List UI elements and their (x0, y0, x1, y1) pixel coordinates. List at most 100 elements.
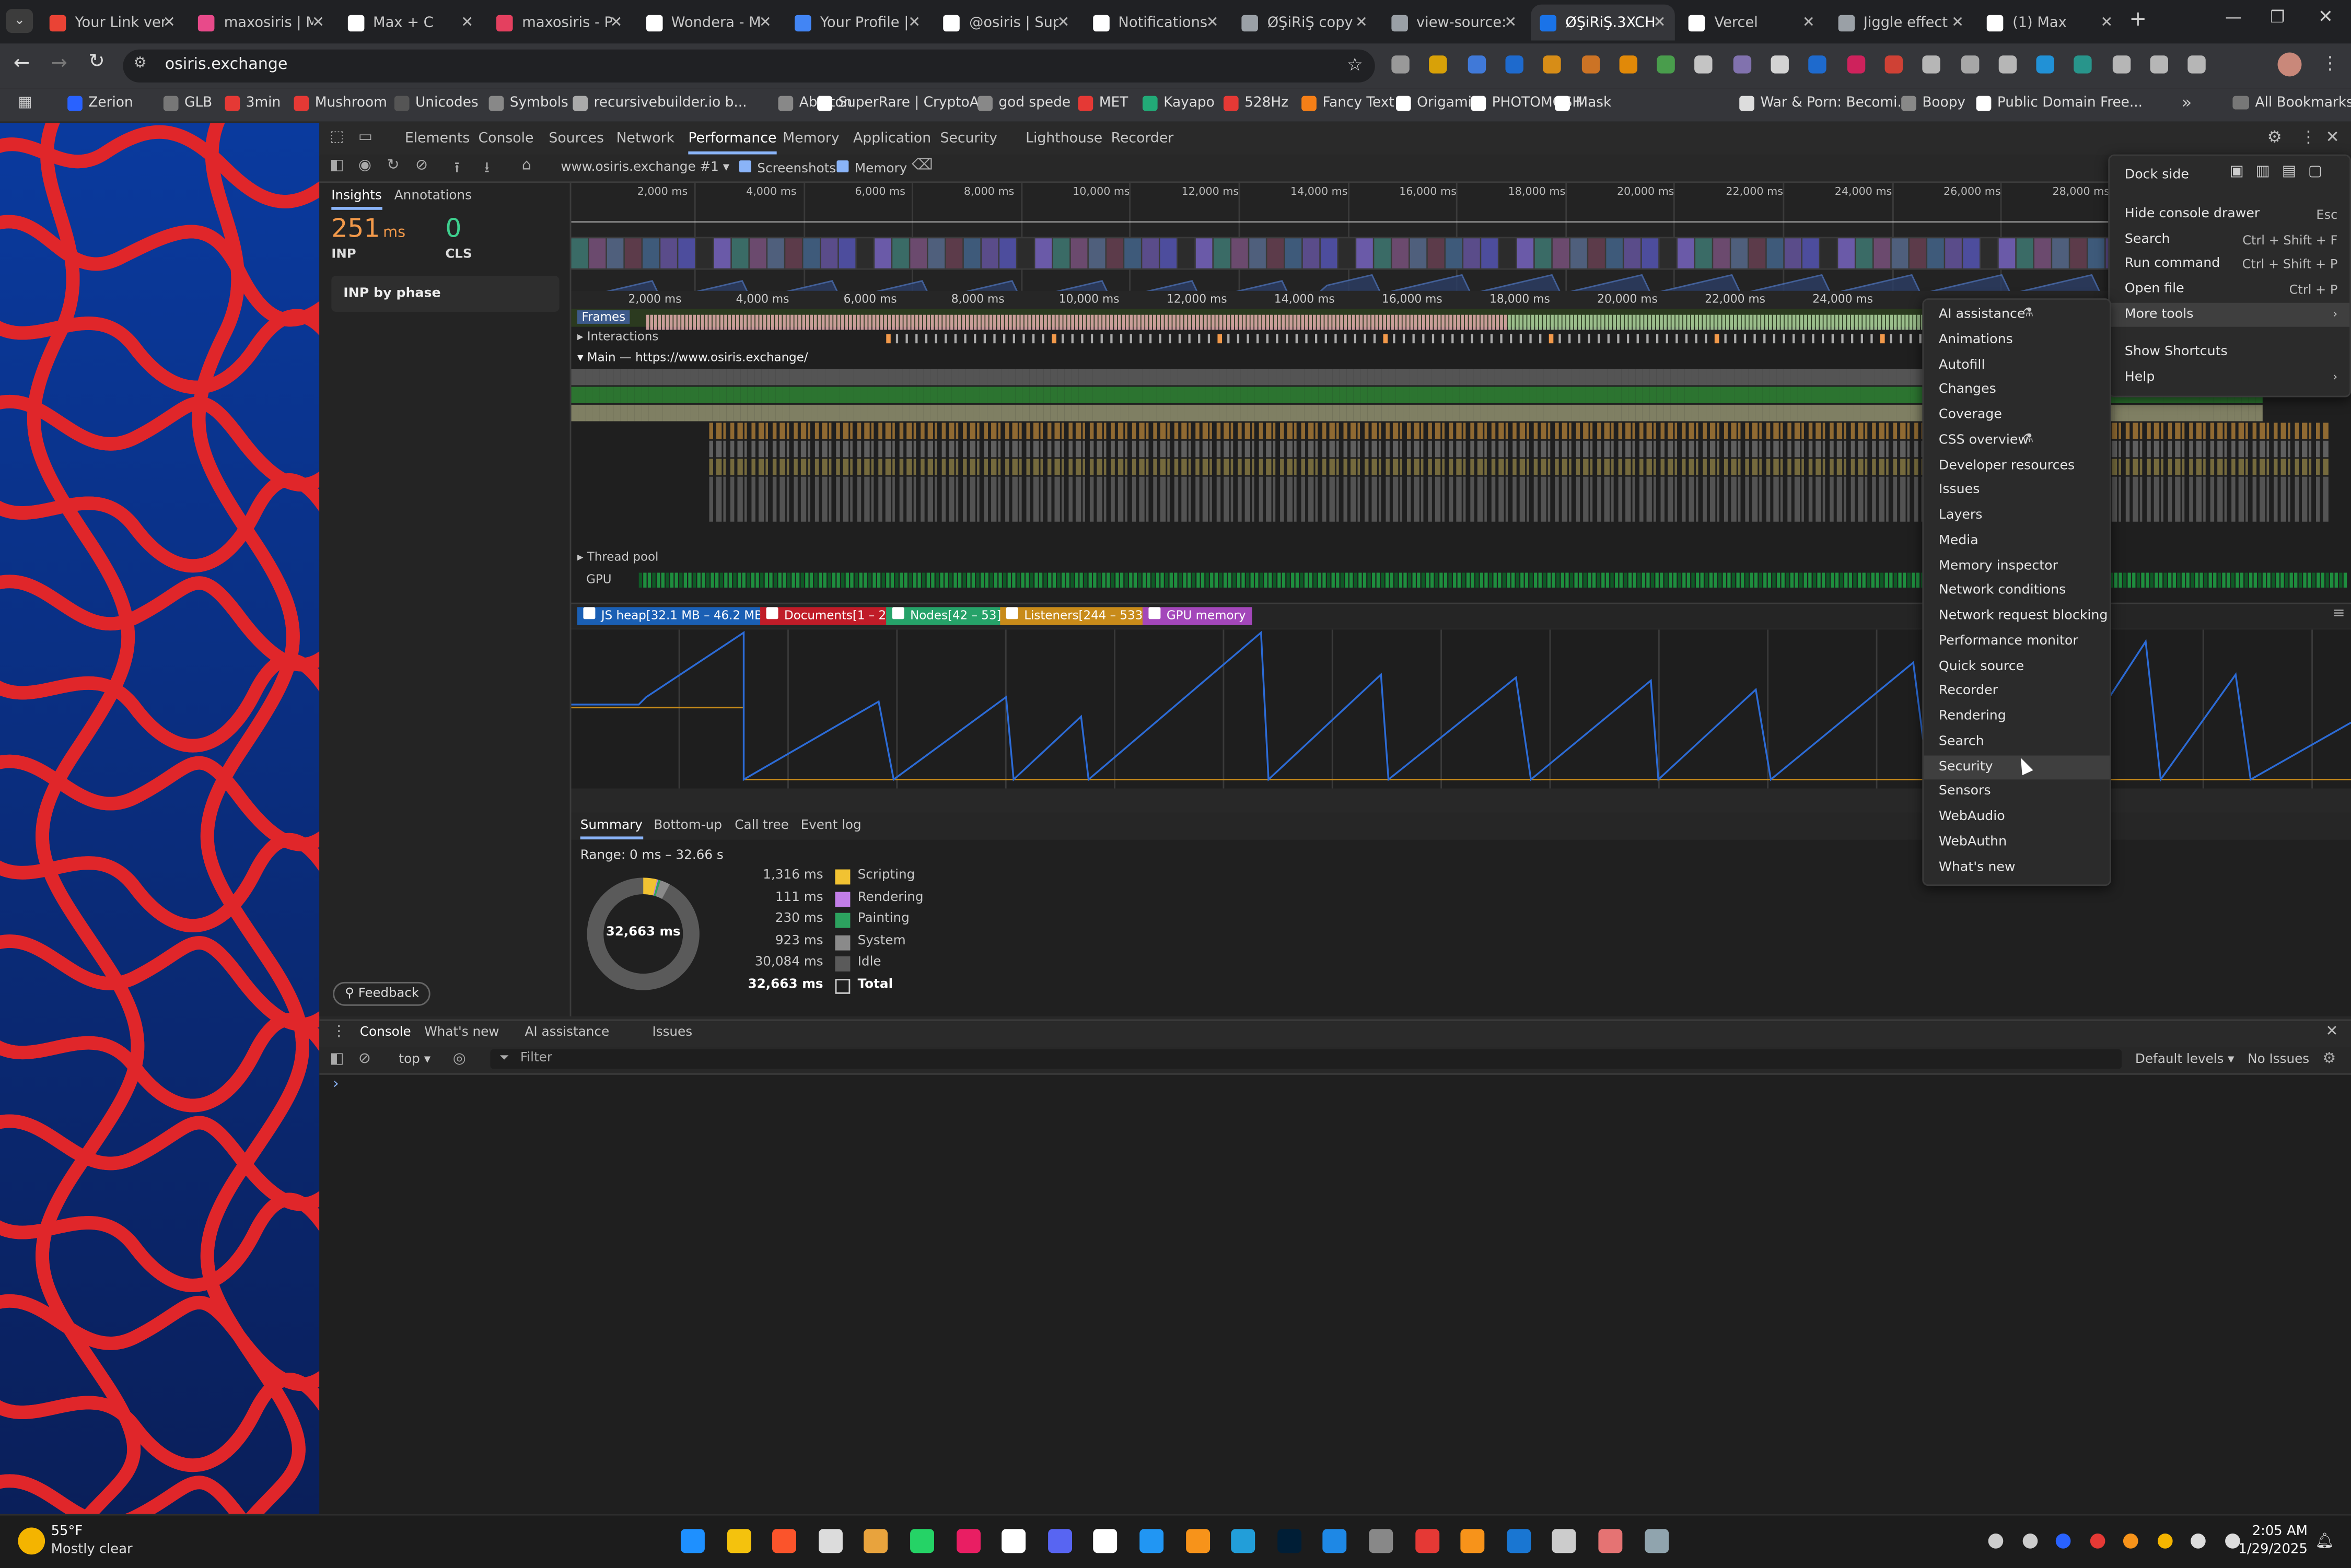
system-tray-icon[interactable] (1988, 1534, 2004, 1549)
console-output[interactable]: › (319, 1074, 2351, 1514)
taskbar-app-icon[interactable] (726, 1529, 751, 1553)
system-tray-icon[interactable] (2055, 1534, 2071, 1549)
tab-annotations[interactable]: Annotations (394, 189, 472, 204)
more-tools-item-sensors[interactable]: Sensors (1924, 780, 2110, 804)
bookmark-item[interactable]: Mushroom (294, 95, 387, 111)
weather-icon[interactable] (18, 1527, 45, 1555)
extension-icon[interactable] (1581, 55, 1599, 74)
close-tab-icon[interactable]: ✕ (759, 14, 772, 31)
dock-side-icons[interactable]: ▣▥▤▢ (2230, 163, 2334, 180)
timeline-overview[interactable]: 2,000 ms 4,000 ms 6,000 ms 8,000 ms 10,000 m… (571, 183, 2351, 305)
browser-tab[interactable]: Vercel ✕ (1680, 5, 1824, 41)
more-tools-item-developer-resources[interactable]: Developer resources (1924, 453, 2110, 477)
browser-tab[interactable]: (1) Max ✕ (1978, 5, 2122, 41)
bookmark-item[interactable]: MET (1078, 95, 1128, 111)
close-tab-icon[interactable]: ✕ (610, 14, 623, 31)
close-tab-icon[interactable]: ✕ (163, 14, 176, 31)
more-tools-item-ai-assistance[interactable]: AI assistance ⚗ (1924, 303, 2110, 327)
taskbar-app-icon[interactable] (1598, 1529, 1623, 1553)
inspect-element-icon[interactable]: ⬚ (330, 129, 344, 146)
site-info-icon[interactable]: ⚙ (133, 55, 147, 72)
memory-counter-checkbox[interactable]: Nodes[42 – 53] (886, 607, 1007, 625)
more-tools-item-changes[interactable]: Changes (1924, 378, 2110, 402)
devtools-tab-recorder[interactable]: Recorder (1111, 131, 1174, 147)
devtools-tab-memory[interactable]: Memory (783, 131, 840, 147)
interactions-label[interactable]: ▸ Interactions (577, 330, 658, 343)
drawer-tab[interactable]: What's new (424, 1025, 499, 1040)
back-icon[interactable]: ← (14, 52, 30, 75)
devtools-tab-console[interactable]: Console (479, 131, 534, 147)
thread-pool-track[interactable]: ▸ Thread pool (577, 550, 658, 564)
taskbar-app-icon[interactable] (1460, 1529, 1485, 1553)
bookmark-item[interactable]: Unicodes (394, 95, 479, 111)
taskbar-app-icon[interactable] (1644, 1529, 1669, 1553)
console-settings-icon[interactable]: ⚙ (2323, 1051, 2336, 1068)
more-tools-item-css-overview[interactable]: CSS overview ⚗ (1924, 428, 2110, 452)
details-tab[interactable]: Call tree (735, 818, 788, 834)
taskbar-app-icon[interactable] (1002, 1529, 1026, 1553)
more-tools-item-webauthn[interactable]: WebAuthn (1924, 830, 2110, 854)
extension-icon[interactable] (1429, 55, 1448, 74)
more-tools-item-performance-monitor[interactable]: Performance monitor (1924, 629, 2110, 653)
extension-icon[interactable] (1998, 55, 2017, 74)
browser-tab[interactable]: ØŞiRiŞ copy ✕ (1233, 5, 1377, 41)
browser-tab[interactable]: Jiggle effect ✕ (1829, 5, 1973, 41)
context-select[interactable]: top ▾ (399, 1052, 430, 1068)
main-menu-item[interactable]: Search Ctrl + Shift + F (2110, 228, 2349, 252)
extension-icon[interactable] (2112, 55, 2131, 74)
more-tools-item-quick-source[interactable]: Quick source (1924, 654, 2110, 678)
device-toolbar-icon[interactable]: ▭ (358, 129, 373, 146)
taskbar-app-icon[interactable] (1139, 1529, 1164, 1553)
browser-tab[interactable]: ØŞiRiŞ.3XCH ✕ (1531, 4, 1675, 41)
extension-icon[interactable] (1922, 55, 1941, 74)
notifications-icon[interactable]: 🔔︎ (2315, 1534, 2334, 1550)
memory-counter-checkbox[interactable]: JS heap[32.1 MB – 46.2 MB] (577, 607, 774, 625)
taskbar-app-icon[interactable] (1093, 1529, 1118, 1553)
browser-tab[interactable]: @osiris | Sup ✕ (935, 5, 1079, 41)
close-window-icon[interactable]: ✕ (2318, 6, 2333, 27)
console-sidebar-icon[interactable]: ◧ (330, 1051, 344, 1068)
bookmark-item[interactable]: 3min (225, 95, 281, 111)
system-tray-icon[interactable] (2123, 1534, 2138, 1549)
close-tab-icon[interactable]: ✕ (1206, 14, 1219, 31)
browser-menu-icon[interactable]: ⋮ (2321, 52, 2339, 73)
bookmark-item[interactable]: Kayapo (1142, 95, 1215, 111)
close-drawer-icon[interactable]: ✕ (2325, 1024, 2338, 1040)
inp-by-phase-card[interactable]: INP by phase (331, 276, 560, 312)
bookmark-item[interactable]: SuperRare | CryptoA... (817, 95, 992, 111)
main-menu-item[interactable]: More tools › (2110, 302, 2350, 327)
extension-icon[interactable] (1846, 55, 1865, 74)
close-tab-icon[interactable]: ✕ (1653, 14, 1666, 31)
bookmark-item[interactable]: Symbols (488, 95, 568, 111)
home-icon[interactable]: ⌂ (522, 157, 531, 174)
more-tools-item-network-conditions[interactable]: Network conditions (1924, 579, 2110, 603)
bookmark-item[interactable]: Fancy Text (1301, 95, 1394, 111)
main-menu-item[interactable]: Show Shortcuts (2110, 340, 2349, 364)
screenshots-checkbox[interactable]: Screenshots (739, 160, 836, 177)
extension-icon[interactable] (1467, 55, 1486, 74)
bookmark-item[interactable]: Zerion (67, 95, 133, 111)
extension-icon[interactable] (1619, 55, 1637, 74)
minimize-icon[interactable]: — (2225, 7, 2242, 27)
extension-icon[interactable] (1391, 55, 1410, 74)
extension-icon[interactable] (2188, 55, 2206, 74)
extension-icon[interactable] (2074, 55, 2092, 74)
devtools-tab-application[interactable]: Application (853, 131, 931, 147)
bookmark-item[interactable]: War & Porn: Becomi... (1739, 95, 1911, 111)
taskbar-app-icon[interactable] (1506, 1529, 1531, 1553)
close-tab-icon[interactable]: ✕ (312, 14, 324, 31)
extension-icon[interactable] (1657, 55, 1675, 74)
tab-insights[interactable]: Insights (331, 189, 382, 210)
all-bookmarks[interactable]: All Bookmarks (2232, 95, 2351, 111)
devtools-tab-lighthouse[interactable]: Lighthouse (1026, 131, 1102, 147)
close-tab-icon[interactable]: ✕ (908, 14, 921, 31)
details-tab[interactable]: Event log (801, 818, 862, 834)
drawer-tab[interactable]: Console (360, 1025, 411, 1040)
main-menu-item[interactable]: Help › (2110, 366, 2349, 390)
close-tab-icon[interactable]: ✕ (2100, 14, 2113, 31)
taskbar-app-icon[interactable] (1415, 1529, 1439, 1553)
devtools-tab-performance[interactable]: Performance (688, 131, 777, 155)
devtools-tab-elements[interactable]: Elements (405, 131, 470, 147)
extension-icon[interactable] (1960, 55, 1978, 74)
details-tab[interactable]: Summary (580, 818, 643, 840)
